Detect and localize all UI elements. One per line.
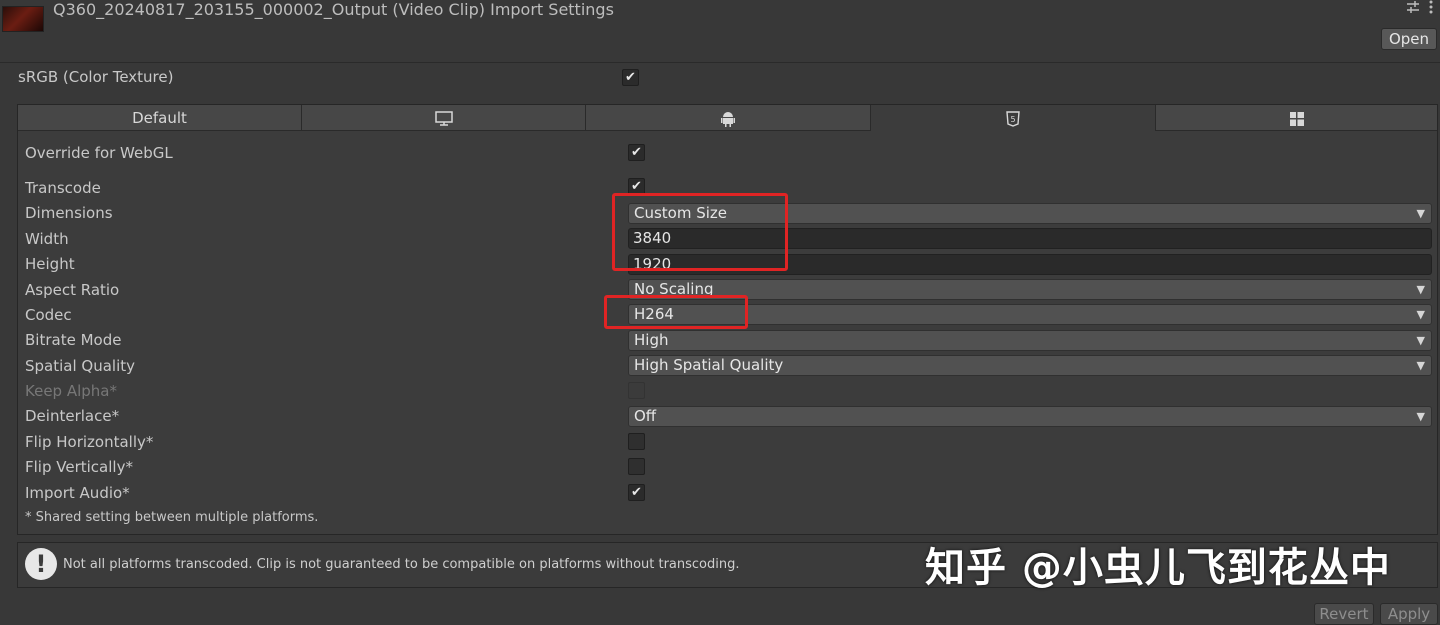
tab-standalone[interactable] bbox=[302, 105, 586, 131]
deinterlace-label: Deinterlace* bbox=[25, 407, 120, 425]
keep-alpha-label: Keep Alpha* bbox=[25, 382, 117, 400]
flip-horizontally-checkbox[interactable] bbox=[628, 433, 645, 450]
dropdown-arrow-icon: ▼ bbox=[1416, 308, 1425, 321]
watermark: 知乎 @小虫儿飞到花丛中 bbox=[925, 545, 1391, 591]
inspector-title: Q360_20240817_203155_000002_Output (Vide… bbox=[53, 0, 614, 19]
android-icon bbox=[720, 109, 736, 127]
override-checkbox[interactable]: ✔ bbox=[628, 144, 645, 161]
tab-webgl[interactable]: 5 bbox=[871, 105, 1156, 131]
height-label: Height bbox=[25, 255, 75, 273]
revert-button[interactable]: Revert bbox=[1314, 603, 1374, 625]
import-audio-label: Import Audio* bbox=[25, 484, 130, 502]
tab-android[interactable] bbox=[586, 105, 871, 131]
transcode-label: Transcode bbox=[25, 179, 101, 197]
bitrate-mode-label: Bitrate Mode bbox=[25, 331, 122, 349]
bitrate-mode-dropdown[interactable]: High ▼ bbox=[628, 330, 1432, 351]
width-label: Width bbox=[25, 230, 69, 248]
dimensions-label: Dimensions bbox=[25, 204, 113, 222]
spatial-quality-dropdown[interactable]: High Spatial Quality ▼ bbox=[628, 355, 1432, 376]
kebab-menu-icon[interactable] bbox=[1428, 0, 1434, 18]
flip-vertically-checkbox[interactable] bbox=[628, 458, 645, 475]
monitor-icon bbox=[434, 109, 453, 127]
warning-text: Not all platforms transcoded. Clip is no… bbox=[63, 557, 740, 572]
dropdown-arrow-icon: ▼ bbox=[1416, 283, 1425, 296]
open-button[interactable]: Open bbox=[1381, 28, 1437, 50]
svg-text:5: 5 bbox=[1010, 115, 1015, 124]
codec-label: Codec bbox=[25, 306, 72, 324]
srgb-label: sRGB (Color Texture) bbox=[18, 68, 174, 86]
dropdown-arrow-icon: ▼ bbox=[1416, 207, 1425, 220]
highlight-box-codec bbox=[604, 295, 748, 329]
windows-icon bbox=[1289, 109, 1304, 127]
flip-vertically-label: Flip Vertically* bbox=[25, 458, 133, 476]
codec-dropdown[interactable]: H264 ▼ bbox=[628, 304, 1432, 325]
aspect-ratio-label: Aspect Ratio bbox=[25, 281, 120, 299]
dropdown-arrow-icon: ▼ bbox=[1416, 359, 1425, 372]
video-thumbnail bbox=[2, 6, 44, 32]
srgb-checkbox[interactable]: ✔ bbox=[622, 69, 639, 86]
header-divider bbox=[0, 62, 1440, 63]
dropdown-arrow-icon: ▼ bbox=[1416, 334, 1425, 347]
override-label: Override for WebGL bbox=[25, 144, 173, 162]
tab-default[interactable]: Default bbox=[18, 105, 302, 131]
sliders-icon[interactable] bbox=[1406, 0, 1420, 18]
dropdown-arrow-icon: ▼ bbox=[1416, 410, 1425, 423]
spatial-quality-label: Spatial Quality bbox=[25, 357, 136, 375]
import-audio-checkbox[interactable]: ✔ bbox=[628, 484, 645, 501]
flip-horizontally-label: Flip Horizontally* bbox=[25, 433, 154, 451]
deinterlace-dropdown[interactable]: Off ▼ bbox=[628, 406, 1432, 427]
tab-windows[interactable] bbox=[1156, 105, 1437, 131]
html5-icon: 5 bbox=[1006, 109, 1020, 127]
exclamation-icon: ! bbox=[25, 548, 57, 580]
highlight-box-dimensions bbox=[612, 193, 788, 271]
shared-setting-note: * Shared setting between multiple platfo… bbox=[25, 510, 319, 525]
apply-button[interactable]: Apply bbox=[1380, 603, 1438, 625]
keep-alpha-checkbox bbox=[628, 382, 645, 399]
aspect-ratio-dropdown[interactable]: No Scaling ▼ bbox=[628, 279, 1432, 300]
